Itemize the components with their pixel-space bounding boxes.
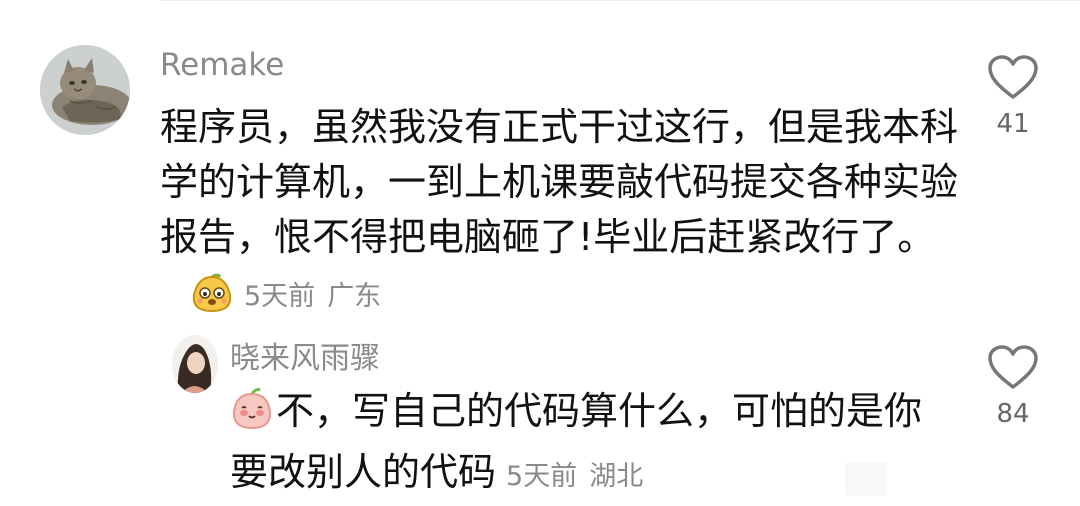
comment-body: 程序员，虽然我没有正式干过这行，但是我本科学的计算机，一到上机课要敲代码提交各种…: [160, 105, 959, 259]
reply-region: 湖北: [589, 461, 644, 492]
divider: [160, 0, 1080, 1]
comment-meta: 5天前 广东: [244, 281, 381, 312]
reply-username[interactable]: 晓来风雨骤: [230, 338, 380, 380]
comment-thread: Remake 程序员，虽然我没有正式干过这行，但是我本科学的计算机，一到上机课要…: [0, 0, 1080, 506]
heart-outline-icon[interactable]: [987, 55, 1039, 101]
timestamp: 5天前: [244, 281, 316, 312]
heart-outline-icon[interactable]: [987, 345, 1039, 391]
like-count: 41: [996, 109, 1030, 139]
smiling-pear-emoji-icon: [190, 271, 234, 328]
region: 广东: [327, 281, 382, 312]
reply-like-count: 84: [996, 399, 1030, 429]
reply-text: 不，写自己的代码算什么，可怕的是你要改别人的代码 5天前 湖北: [230, 384, 950, 504]
reply-avatar[interactable]: [172, 335, 218, 393]
like-button[interactable]: 41: [983, 55, 1043, 139]
reply-like-button[interactable]: 84: [983, 345, 1043, 429]
blushing-peach-emoji-icon: [230, 386, 274, 445]
background-artifact: [845, 462, 887, 496]
reply-timestamp: 5天前: [506, 461, 578, 492]
comment-text: 程序员，虽然我没有正式干过这行，但是我本科学的计算机，一到上机课要敲代码提交各种…: [160, 100, 960, 328]
avatar[interactable]: [40, 45, 130, 135]
reply-meta: 5天前 湖北: [506, 461, 643, 492]
username[interactable]: Remake: [160, 44, 284, 86]
